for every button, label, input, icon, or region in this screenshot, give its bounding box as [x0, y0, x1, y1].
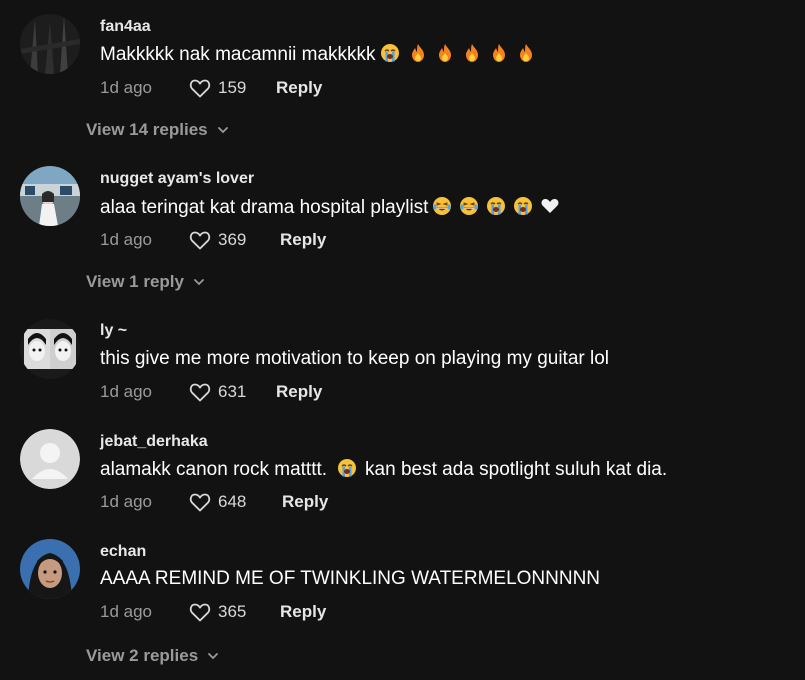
- crying-face-icon: [380, 43, 400, 63]
- reply-button[interactable]: Reply: [276, 382, 322, 402]
- chevron-down-icon: [192, 275, 206, 289]
- like-button[interactable]: 631: [188, 380, 246, 404]
- timestamp: 1d ago: [100, 230, 152, 249]
- fire-icon: [462, 43, 482, 63]
- timestamp: 1d ago: [100, 382, 152, 401]
- chevron-down-icon: [216, 123, 230, 137]
- comment-text: alamakk canon rock matttt. kan best ada s…: [100, 458, 668, 480]
- white-heart-icon: [540, 196, 560, 216]
- reply-button[interactable]: Reply: [280, 602, 326, 622]
- heart-icon: [188, 490, 212, 514]
- laughing-face-icon: [432, 196, 452, 216]
- heart-icon: [188, 380, 212, 404]
- comment-text: this give me more motivation to keep on …: [100, 348, 610, 369]
- laughing-face-icon: [459, 196, 479, 216]
- heart-icon: [188, 76, 212, 100]
- like-count: 159: [218, 78, 247, 97]
- comment-text: AAAA REMIND ME OF TWINKLING WATERMELONNN…: [100, 568, 601, 589]
- timestamp: 1d ago: [100, 78, 152, 97]
- avatar[interactable]: [20, 14, 80, 74]
- username[interactable]: ly ~: [100, 322, 127, 340]
- fire-icon: [408, 43, 428, 63]
- like-button[interactable]: 365: [188, 600, 246, 624]
- comment-text: Makkkkk nak macamnii makkkkk: [100, 43, 536, 66]
- reply-button[interactable]: Reply: [282, 492, 328, 512]
- crying-face-icon: [513, 196, 533, 216]
- reply-button[interactable]: Reply: [280, 230, 326, 250]
- username[interactable]: jebat_derhaka: [100, 433, 208, 451]
- username[interactable]: nugget ayam's lover: [100, 170, 254, 188]
- like-count: 631: [218, 382, 247, 401]
- view-replies-button[interactable]: View 14 replies: [86, 120, 230, 140]
- like-count: 648: [218, 492, 247, 511]
- like-count: 369: [218, 230, 247, 249]
- chevron-down-icon: [206, 649, 220, 663]
- heart-icon: [188, 600, 212, 624]
- heart-icon: [188, 228, 212, 252]
- timestamp: 1d ago: [100, 492, 152, 511]
- like-count: 365: [218, 602, 247, 621]
- like-button[interactable]: 159: [188, 76, 246, 100]
- fire-icon: [489, 43, 509, 63]
- timestamp: 1d ago: [100, 602, 152, 621]
- avatar[interactable]: [20, 429, 80, 489]
- view-replies-button[interactable]: View 2 replies: [86, 646, 220, 666]
- crying-face-icon: [486, 196, 506, 216]
- fire-icon: [435, 43, 455, 63]
- avatar[interactable]: [20, 166, 80, 226]
- like-button[interactable]: 369: [188, 228, 246, 252]
- fire-icon: [516, 43, 536, 63]
- username[interactable]: echan: [100, 543, 146, 561]
- reply-button[interactable]: Reply: [276, 78, 322, 98]
- view-replies-button[interactable]: View 1 reply: [86, 272, 206, 292]
- avatar[interactable]: [20, 319, 80, 379]
- avatar[interactable]: [20, 539, 80, 599]
- username[interactable]: fan4aa: [100, 18, 151, 36]
- crying-face-icon: [337, 458, 357, 478]
- like-button[interactable]: 648: [188, 490, 246, 514]
- comment-text: alaa teringat kat drama hospital playlis…: [100, 196, 560, 219]
